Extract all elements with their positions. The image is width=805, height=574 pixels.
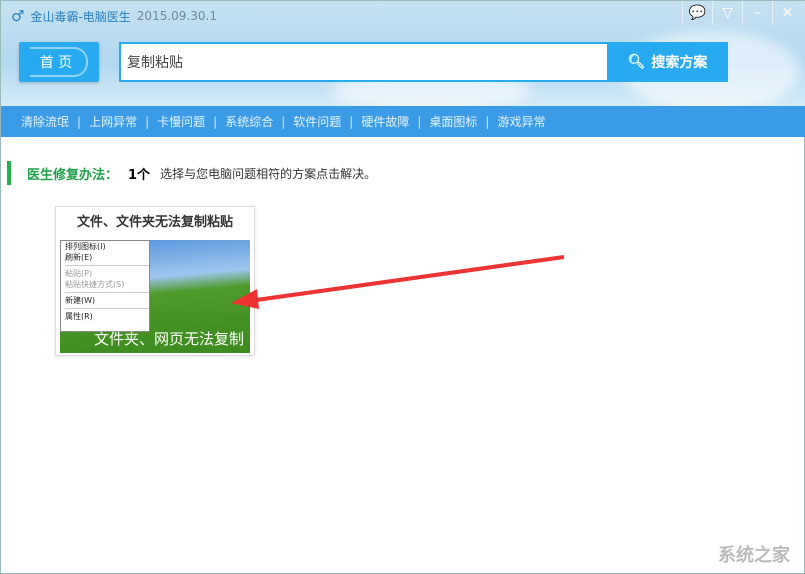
menu-item: 排列图标(I) — [65, 242, 106, 251]
home-label: 首 页 — [29, 47, 89, 77]
menu-item: 刷新(E) — [65, 253, 93, 262]
nav-item[interactable]: 游戏异常 — [497, 113, 545, 130]
nav-item[interactable]: 桌面图标 — [429, 113, 477, 130]
window-controls: 💬 ▽ – ✕ — [682, 1, 802, 25]
nav-item[interactable]: 上网异常 — [89, 113, 137, 130]
app-logo-icon: ♂ — [11, 7, 25, 25]
search-button[interactable]: 🔍︎ 搜索方案 — [607, 42, 728, 82]
search-button-label: 搜索方案 — [651, 55, 708, 71]
window-title: ♂ 金山毒霸-电脑医生 2015.09.30.1 — [11, 7, 217, 25]
menu-item: 粘贴快捷方式(S) — [65, 280, 125, 289]
card-caption: 文件夹、网页无法复制 — [93, 330, 244, 348]
red-arrow-annotation — [231, 255, 565, 309]
solution-card[interactable]: 文件、文件夹无法复制粘贴 排列图标(I) 刷新(E) 粘贴(P) 粘贴快捷方式(… — [55, 206, 255, 356]
close-icon[interactable]: ✕ — [772, 1, 802, 25]
minimize-icon[interactable]: – — [742, 1, 772, 25]
nav-item[interactable]: 卡慢问题 — [157, 113, 205, 130]
menu-item: 属性(R) — [65, 312, 93, 321]
home-button[interactable]: 首 页 — [19, 42, 99, 82]
watermark: 系统之家 — [718, 545, 790, 566]
header: ♂ 金山毒霸-电脑医生 2015.09.30.1 💬 ▽ – ✕ 首 页 🔍︎ … — [1, 1, 805, 111]
nav-item[interactable]: 系统综合 — [225, 113, 273, 130]
app-version: 2015.09.30.1 — [136, 9, 217, 23]
card-image: 排列图标(I) 刷新(E) 粘贴(P) 粘贴快捷方式(S) 新建(W) 属性(R… — [60, 240, 250, 353]
result-hint: 选择与您电脑问题相符的方案点击解决。 — [160, 166, 377, 181]
context-menu-image: 排列图标(I) 刷新(E) 粘贴(P) 粘贴快捷方式(S) 新建(W) 属性(R… — [60, 240, 150, 332]
app-name: 金山毒霸-电脑医生 — [30, 9, 131, 24]
result-summary: 医生修复办法： 1个 选择与您电脑问题相符的方案点击解决。 — [7, 161, 376, 185]
result-label: 医生修复办法： — [27, 167, 119, 183]
menu-item: 新建(W) — [65, 296, 96, 305]
result-count: 1个 — [128, 167, 151, 183]
menu-icon[interactable]: ▽ — [712, 1, 742, 25]
nav-item[interactable]: 硬件故障 — [361, 113, 409, 130]
nav-item[interactable]: 软件问题 — [293, 113, 341, 130]
search-input[interactable] — [119, 42, 609, 82]
nav-item[interactable]: 清除流氓 — [21, 113, 69, 130]
card-title: 文件、文件夹无法复制粘贴 — [76, 215, 233, 230]
search-icon: 🔍︎ — [627, 54, 646, 70]
category-nav: 清除流氓 | 上网异常 | 卡慢问题 | 系统综合 | 软件问题 | 硬件故障 | 桌面图标… — [1, 106, 805, 137]
feedback-icon[interactable]: 💬 — [682, 1, 712, 25]
menu-item: 粘贴(P) — [65, 269, 93, 278]
